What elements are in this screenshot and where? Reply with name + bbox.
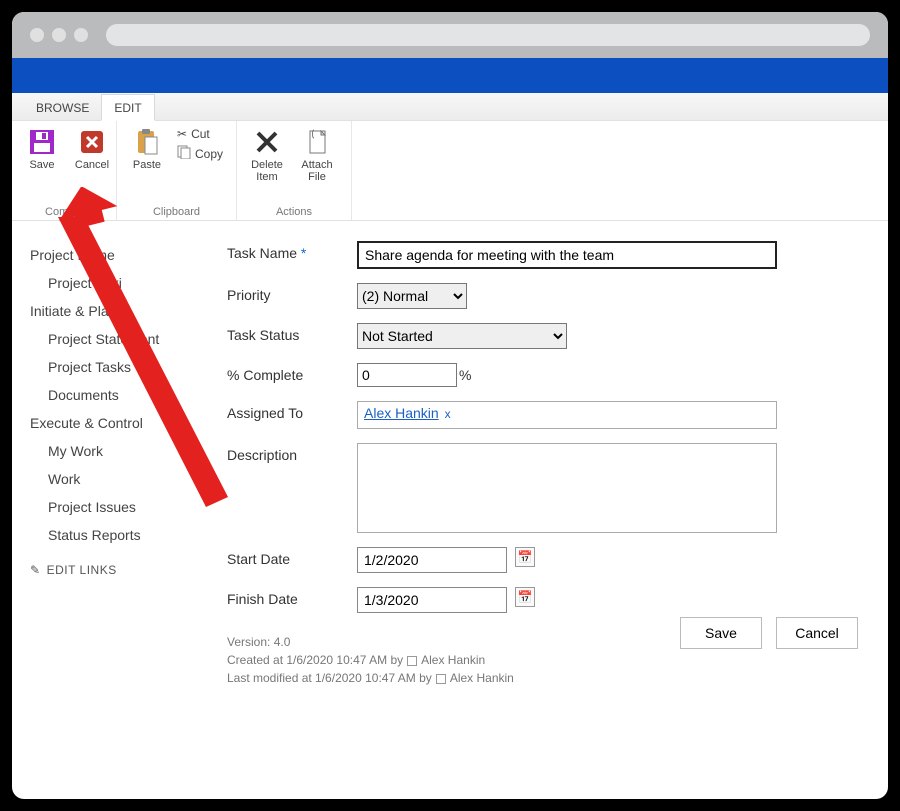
traffic-lights — [30, 28, 88, 42]
ribbon-group-actions: Actions — [247, 204, 341, 218]
save-icon — [27, 127, 57, 157]
task-name-input[interactable] — [357, 241, 777, 269]
task-status-select[interactable]: Not Started — [357, 323, 567, 349]
finish-date-input[interactable] — [357, 587, 507, 613]
address-bar[interactable] — [106, 24, 870, 46]
nav-project-issues[interactable]: Project Issues — [30, 493, 217, 521]
delete-icon — [252, 127, 282, 157]
nav-initiate-plan[interactable]: Initiate & Plan — [30, 297, 217, 325]
app-window: BROWSE EDIT Save Cancel Commit — [12, 12, 888, 799]
scissors-icon: ✂ — [177, 127, 187, 141]
paste-icon — [132, 127, 162, 157]
site-header-bar — [12, 58, 888, 93]
attach-file-button[interactable]: Attach File — [297, 127, 337, 183]
meta-version: Version: 4.0 — [227, 633, 514, 651]
nav-execute-control[interactable]: Execute & Control — [30, 409, 217, 437]
nav-documents[interactable]: Documents — [30, 381, 217, 409]
finish-date-calendar-icon[interactable]: 📅 — [515, 587, 535, 607]
description-textarea[interactable] — [357, 443, 777, 533]
priority-select[interactable]: (2) Normal — [357, 283, 467, 309]
traffic-max[interactable] — [74, 28, 88, 42]
tab-browse[interactable]: BROWSE — [24, 95, 101, 120]
label-assigned-to: Assigned To — [227, 401, 357, 421]
start-date-input[interactable] — [357, 547, 507, 573]
left-nav: Project Home Project Wiki Initiate & Pla… — [12, 221, 227, 799]
cancel-icon — [77, 127, 107, 157]
copy-icon — [177, 145, 191, 162]
cut-button[interactable]: ✂ Cut — [177, 127, 223, 141]
pencil-icon: ✎ — [30, 563, 41, 577]
user-presence-icon — [436, 674, 446, 684]
user-presence-icon — [407, 656, 417, 666]
traffic-min[interactable] — [52, 28, 66, 42]
nav-project-home[interactable]: Project Home — [30, 241, 217, 269]
label-description: Description — [227, 443, 357, 463]
start-date-calendar-icon[interactable]: 📅 — [515, 547, 535, 567]
edit-links-button[interactable]: ✎ EDIT LINKS — [30, 563, 217, 577]
tab-edit[interactable]: EDIT — [101, 94, 154, 121]
delete-item-button[interactable]: Delete Item — [247, 127, 287, 183]
nav-status-reports[interactable]: Status Reports — [30, 521, 217, 549]
assigned-person[interactable]: Alex Hankin — [364, 405, 439, 421]
cancel-button[interactable]: Cancel — [72, 127, 112, 171]
save-button[interactable]: Save — [22, 127, 62, 171]
nav-work[interactable]: Work — [30, 465, 217, 493]
label-start-date: Start Date — [227, 547, 357, 567]
attach-file-icon — [302, 127, 332, 157]
ribbon-group-commit: Commit — [22, 204, 106, 218]
paste-button[interactable]: Paste — [127, 127, 167, 171]
remove-person-icon[interactable]: x — [445, 407, 451, 421]
copy-button[interactable]: Copy — [177, 145, 223, 162]
nav-project-wiki[interactable]: Project Wiki — [30, 269, 217, 297]
footer-cancel-button[interactable]: Cancel — [776, 617, 858, 649]
footer-save-button[interactable]: Save — [680, 617, 762, 649]
item-metadata: Version: 4.0 Created at 1/6/2020 10:47 A… — [227, 633, 514, 687]
assigned-to-field[interactable]: Alex Hankin x — [357, 401, 777, 429]
browser-titlebar — [12, 12, 888, 58]
traffic-close[interactable] — [30, 28, 44, 42]
ribbon-group-clipboard: Clipboard — [127, 204, 226, 218]
nav-project-statement[interactable]: Project Statement — [30, 325, 217, 353]
label-task-status: Task Status — [227, 323, 357, 343]
nav-project-tasks[interactable]: Project Tasks — [30, 353, 217, 381]
content-area: Project Home Project Wiki Initiate & Pla… — [12, 221, 888, 799]
label-task-name: Task Name * — [227, 241, 357, 261]
label-finish-date: Finish Date — [227, 587, 357, 607]
ribbon-tabs: BROWSE EDIT — [12, 93, 888, 121]
task-form: Task Name * Priority (2) Normal Task Sta… — [227, 221, 888, 799]
pct-complete-input[interactable] — [357, 363, 457, 387]
label-pct-complete: % Complete — [227, 363, 357, 383]
nav-my-work[interactable]: My Work — [30, 437, 217, 465]
ribbon: Save Cancel Commit Paste — [12, 121, 888, 221]
pct-suffix: % — [457, 363, 471, 383]
label-priority: Priority — [227, 283, 357, 303]
